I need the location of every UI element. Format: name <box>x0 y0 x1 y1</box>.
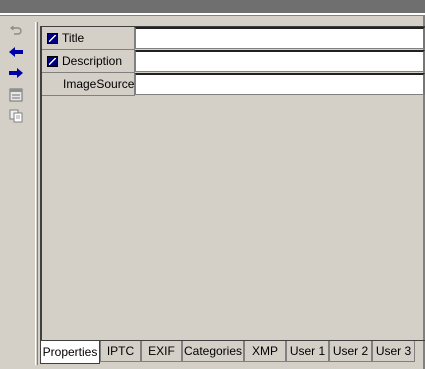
tab-strip: Properties IPTC EXIF Categories XMP User… <box>40 341 425 365</box>
title-field[interactable] <box>135 27 425 49</box>
property-name-cell: Title <box>42 27 135 50</box>
link-icon[interactable] <box>47 32 58 44</box>
property-name-cell: Description <box>42 50 135 73</box>
frame-shadow <box>0 15 425 16</box>
undo-icon <box>9 25 23 40</box>
metadata-panel: Title Description ImageSource Properties… <box>0 0 425 369</box>
toolbar-divider-shadow <box>37 22 38 365</box>
property-row-title: Title <box>42 27 425 50</box>
property-name-cell: ImageSource <box>42 73 135 96</box>
property-row-imagesource: ImageSource <box>42 73 425 96</box>
arrow-right-icon <box>8 67 24 82</box>
arrow-left-icon <box>8 46 24 61</box>
tab-user-1[interactable]: User 1 <box>286 341 329 362</box>
link-icon[interactable] <box>47 55 58 67</box>
title-bar <box>0 0 425 13</box>
imagesource-field[interactable] <box>135 73 425 95</box>
tab-user-2[interactable]: User 2 <box>329 341 372 362</box>
undo-button[interactable] <box>7 24 25 40</box>
property-label-description: Description <box>62 54 123 68</box>
copy-button[interactable] <box>7 109 25 125</box>
previous-button[interactable] <box>7 45 25 61</box>
property-grid: Title Description ImageSource <box>40 26 425 341</box>
tab-properties[interactable]: Properties <box>40 341 100 364</box>
property-label-imagesource: ImageSource <box>63 77 135 91</box>
next-button[interactable] <box>7 66 25 82</box>
description-field[interactable] <box>135 50 425 72</box>
tab-xmp[interactable]: XMP <box>244 341 286 362</box>
tab-categories[interactable]: Categories <box>182 341 244 362</box>
property-row-description: Description <box>42 50 425 73</box>
copy-icon <box>9 109 23 126</box>
toolbar-divider <box>35 22 36 365</box>
tab-user-3[interactable]: User 3 <box>372 341 415 362</box>
tab-iptc[interactable]: IPTC <box>100 341 141 362</box>
calendar-icon <box>9 88 23 105</box>
side-toolbar <box>0 16 34 369</box>
tab-exif[interactable]: EXIF <box>141 341 182 362</box>
template-button[interactable] <box>7 88 25 104</box>
property-label-title: Title <box>62 31 85 45</box>
